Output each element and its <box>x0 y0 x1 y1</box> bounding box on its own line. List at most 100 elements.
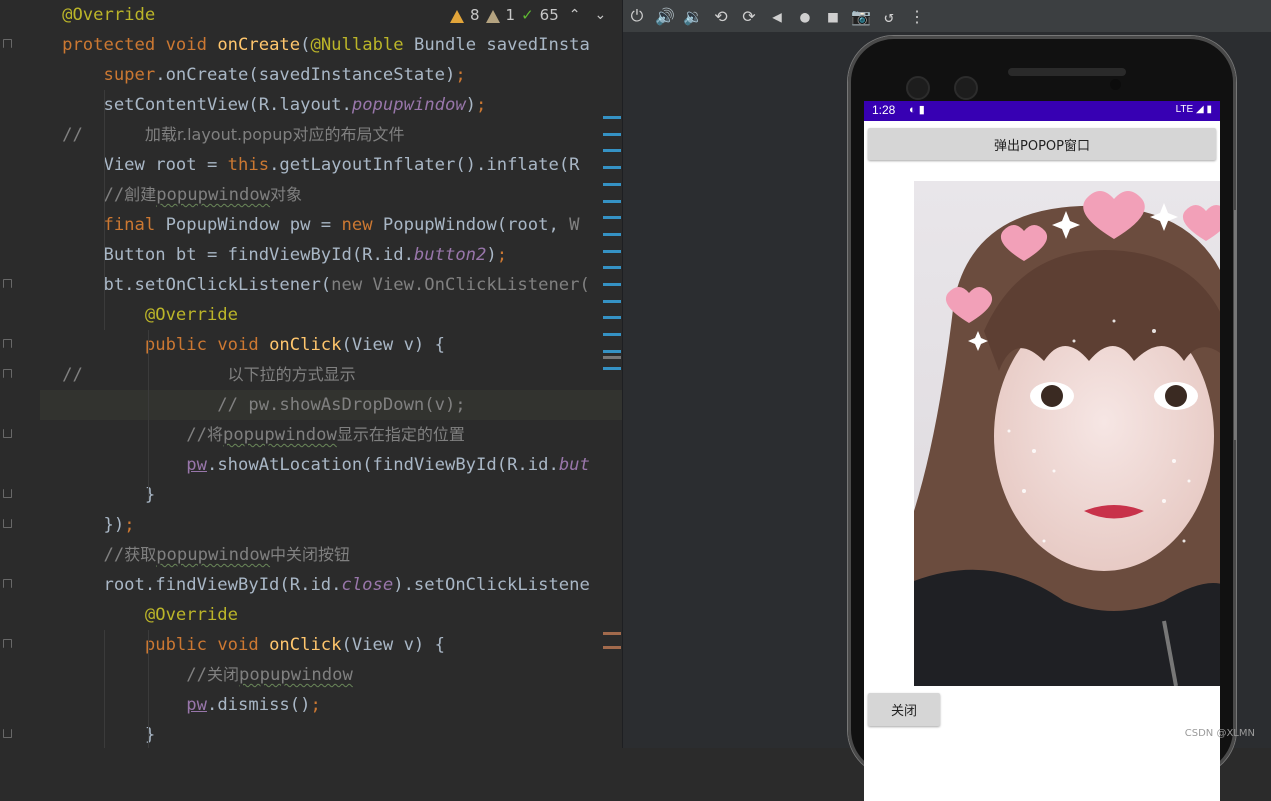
overview-icon[interactable]: ■ <box>819 0 847 32</box>
code-token: pw <box>186 455 207 475</box>
earpiece-speaker <box>1008 68 1126 76</box>
code-token: W <box>569 215 580 235</box>
indent-guide <box>148 330 149 500</box>
code-token: 对象 <box>270 185 303 204</box>
code-line[interactable]: protected void onCreate(@Nullable Bundle… <box>0 30 622 60</box>
code-line[interactable]: //获取popupwindow中关闭按钮 <box>0 540 622 570</box>
code-token: @Override <box>62 5 156 25</box>
code-line[interactable]: final PopupWindow pw = new PopupWindow(r… <box>0 210 622 240</box>
stripe-mark[interactable] <box>603 232 621 236</box>
fold-marker[interactable] <box>3 279 12 288</box>
code-token: (View v) { <box>341 635 445 655</box>
code-token: new View.OnClickListener( <box>331 275 590 295</box>
code-line[interactable]: } <box>0 480 622 510</box>
previous-highlight-icon[interactable]: ⌃ <box>565 0 585 30</box>
volume-up-icon[interactable]: 🔊 <box>651 0 679 32</box>
code-token: onCreate <box>217 35 301 55</box>
inspection-widget[interactable]: 8 1 ✓ 65 ⌃ ⌄ <box>446 0 611 30</box>
stripe-mark[interactable] <box>603 349 621 353</box>
code-token: setContentView(R.layout. <box>62 95 352 115</box>
rotate-right-icon[interactable]: ⟳ <box>735 0 763 32</box>
error-stripe[interactable] <box>603 0 621 748</box>
code-line[interactable]: // pw.showAsDropDown(v); <box>0 390 622 420</box>
code-line[interactable]: // 以下拉的方式显示 <box>0 360 622 390</box>
code-line[interactable]: @Override <box>0 300 622 330</box>
volume-down-icon[interactable]: 🔉 <box>679 0 707 32</box>
fold-marker[interactable] <box>3 39 12 48</box>
code-token: public <box>62 635 218 655</box>
home-icon[interactable]: ● <box>791 0 819 32</box>
stripe-mark[interactable] <box>603 199 621 203</box>
stripe-mark[interactable] <box>603 316 621 320</box>
stripe-mark[interactable] <box>603 356 621 359</box>
code-line[interactable]: pw.dismiss(); <box>0 690 622 720</box>
code-token: @Nullable <box>310 35 414 55</box>
fold-marker[interactable] <box>3 639 12 648</box>
camera-icon[interactable]: 📷 <box>847 0 875 32</box>
code-line[interactable]: root.findViewById(R.id.close).setOnClick… <box>0 570 622 600</box>
code-line[interactable]: setContentView(R.layout.popupwindow); <box>0 90 622 120</box>
fold-marker[interactable] <box>3 519 12 528</box>
fold-marker[interactable] <box>3 369 12 378</box>
code-token: 加载r.layout.popup对应的布局文件 <box>144 125 405 144</box>
phone-frame: 1:28 ◐ ▮ LTE ◢ ▮ 弹出POPOP窗口 关闭 <box>848 36 1236 801</box>
code-line[interactable]: @Override <box>0 600 622 630</box>
status-bar: 1:28 ◐ ▮ LTE ◢ ▮ <box>864 101 1220 121</box>
back-icon[interactable]: ◀ <box>763 0 791 32</box>
code-line[interactable]: public void onClick(View v) { <box>0 630 622 660</box>
front-camera <box>906 76 930 100</box>
stripe-mark[interactable] <box>603 283 621 286</box>
stripe-mark[interactable] <box>603 249 621 253</box>
code-token: 将 <box>206 425 223 444</box>
show-popup-button[interactable]: 弹出POPOP窗口 <box>868 128 1216 160</box>
warning-count: 8 <box>470 6 480 24</box>
stripe-mark[interactable] <box>603 366 621 370</box>
more-icon[interactable]: ⋮ <box>903 0 931 32</box>
stripe-mark[interactable] <box>603 166 621 170</box>
code-line[interactable]: //关闭popupwindow <box>0 660 622 690</box>
stripe-mark[interactable] <box>603 182 621 186</box>
code-token: popupwindow <box>156 185 271 205</box>
stripe-mark[interactable] <box>603 266 621 270</box>
code-line[interactable]: }); <box>0 510 622 540</box>
code-token: void <box>217 635 270 655</box>
code-line[interactable]: View root = this.getLayoutInflater().inf… <box>0 150 622 180</box>
code-line[interactable]: //将popupwindow显示在指定的位置 <box>0 420 622 450</box>
code-line[interactable]: //創建popupwindow对象 <box>0 180 622 210</box>
code-token: ).setOnClickListene <box>393 575 590 595</box>
code-line[interactable]: Button bt = findViewById(R.id.button2); <box>0 240 622 270</box>
code-line[interactable]: bt.setOnClickListener(new View.OnClickLi… <box>0 270 622 300</box>
code-token: button2 <box>413 245 487 265</box>
code-token: super <box>62 65 156 85</box>
fold-marker[interactable] <box>3 339 12 348</box>
code-editor[interactable]: @Override protected void onCreate(@Nulla… <box>0 0 622 748</box>
code-line[interactable]: // 加载r.layout.popup对应的布局文件 <box>0 120 622 150</box>
fold-marker[interactable] <box>3 729 12 738</box>
rotate-left-icon[interactable]: ⟲ <box>707 0 735 32</box>
fold-marker[interactable] <box>3 489 12 498</box>
code-token: protected <box>62 35 166 55</box>
stripe-mark[interactable] <box>603 632 621 635</box>
fold-marker[interactable] <box>3 429 12 438</box>
code-token: ) <box>486 245 497 265</box>
fold-marker[interactable] <box>3 579 12 588</box>
stripe-mark[interactable] <box>603 333 621 337</box>
code-line[interactable]: super.onCreate(savedInstanceState); <box>0 60 622 90</box>
stripe-mark[interactable] <box>603 299 621 303</box>
code-line[interactable]: pw.showAtLocation(findViewById(R.id.but <box>0 450 622 480</box>
stripe-mark[interactable] <box>603 646 621 649</box>
phone-screen[interactable]: 1:28 ◐ ▮ LTE ◢ ▮ 弹出POPOP窗口 关闭 <box>864 101 1220 801</box>
code-line[interactable]: } <box>0 720 622 748</box>
code-token: ; <box>476 95 487 115</box>
stripe-mark[interactable] <box>603 216 621 220</box>
power-icon[interactable]: ⏻ <box>623 0 651 32</box>
stripe-mark[interactable] <box>603 149 621 153</box>
code-token: ( <box>300 35 311 55</box>
code-token: public <box>62 335 218 355</box>
close-popup-button[interactable]: 关闭 <box>868 693 940 726</box>
code-token: 以下拉的方式显示 <box>227 365 356 384</box>
stripe-mark[interactable] <box>603 116 621 119</box>
stripe-mark[interactable] <box>603 132 621 136</box>
replay-icon[interactable]: ↺ <box>875 0 903 32</box>
code-line[interactable]: public void onClick(View v) { <box>0 330 622 360</box>
